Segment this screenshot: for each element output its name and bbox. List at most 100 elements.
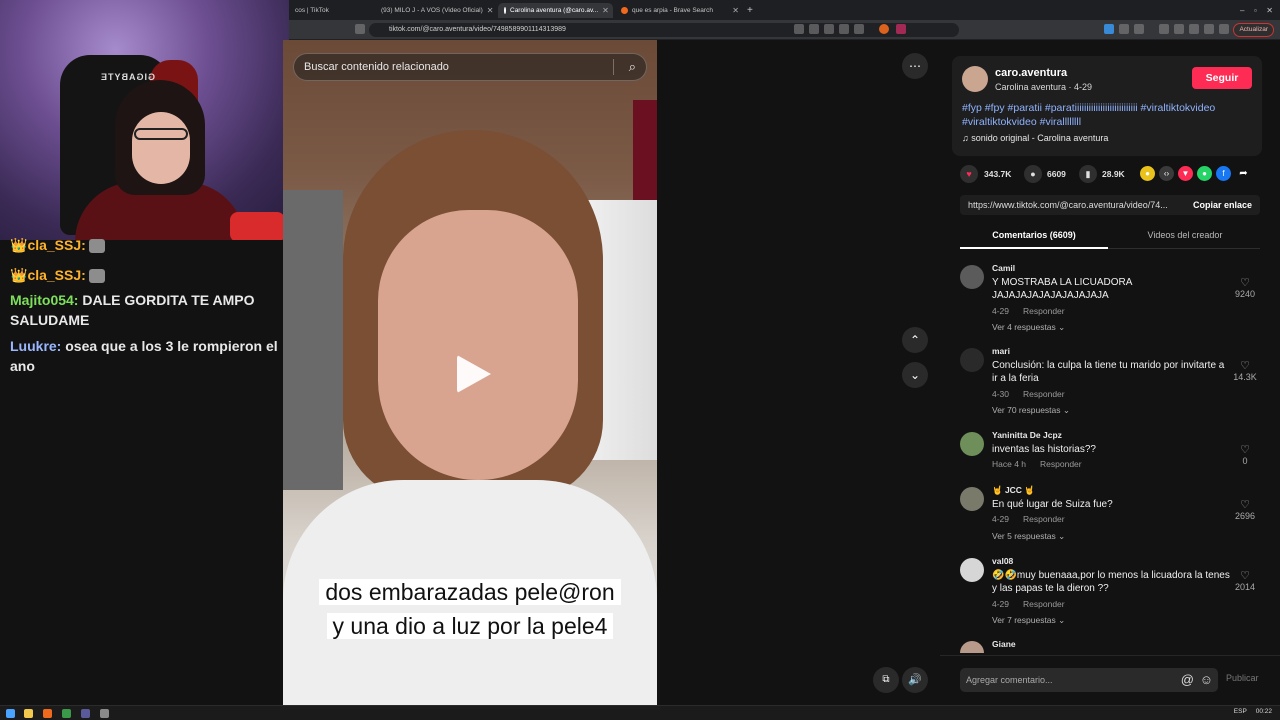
extension-icon[interactable] (1134, 24, 1144, 34)
emoji-icon[interactable]: ☺ (1200, 672, 1213, 688)
close-window-icon[interactable]: ✕ (1266, 6, 1273, 15)
comment-item: Camil Y MOSTRABA LA LICUADORA JAJAJAJAJA… (960, 263, 1260, 343)
browser-tab-tiktok[interactable]: cos | TikTok (289, 3, 369, 18)
vpn-icon[interactable] (1204, 24, 1214, 34)
start-icon[interactable] (6, 709, 15, 718)
close-icon[interactable]: ✕ (487, 6, 494, 15)
brave-icon[interactable] (43, 709, 52, 718)
minimize-icon[interactable]: – (1240, 6, 1244, 15)
follow-button[interactable]: Seguir (1192, 67, 1252, 89)
reader-icon[interactable] (794, 24, 804, 34)
close-icon[interactable]: ✕ (732, 6, 739, 15)
reply-button[interactable]: Responder (1040, 459, 1082, 469)
maximize-icon[interactable]: ▫ (1254, 6, 1257, 15)
avatar[interactable] (960, 558, 984, 582)
screenshot-icon[interactable] (809, 24, 819, 34)
mention-icon[interactable]: @ (1181, 672, 1194, 688)
new-tab-button[interactable]: + (741, 3, 761, 18)
avatar[interactable] (962, 66, 988, 92)
comment-like[interactable]: ♡ 0 (1230, 444, 1260, 466)
clock[interactable]: 00:22 (1256, 708, 1272, 715)
extension-icon[interactable] (1119, 24, 1129, 34)
bookmark-icon[interactable]: ▮ (1079, 165, 1097, 183)
browser-tab-brave-search[interactable]: que es arpia - Brave Search ✕ (615, 3, 745, 18)
previous-video-button[interactable]: ⌃ (902, 327, 928, 353)
search-divider (613, 59, 614, 75)
sidebar-icon[interactable] (1174, 24, 1184, 34)
avatar[interactable] (960, 641, 984, 653)
update-button[interactable]: Actualizar (1233, 23, 1274, 37)
url-field[interactable]: tiktok.com/@caro.aventura/video/74985899… (369, 23, 959, 37)
comment-input[interactable]: Agregar comentario... @ ☺ (960, 668, 1218, 692)
comment-like[interactable]: ♡ 14.3K (1230, 360, 1260, 382)
file-explorer-icon[interactable] (24, 709, 33, 718)
brave-shield-icon[interactable] (879, 24, 889, 34)
share-icon[interactable] (839, 24, 849, 34)
view-replies-button[interactable]: Ver 7 respuestas ⌄ (992, 615, 1065, 626)
more-options-button[interactable]: ⋯ (902, 53, 928, 79)
comment-like[interactable]: ♡ 9240 (1230, 277, 1260, 299)
comment-username[interactable]: val08 (992, 556, 1013, 566)
comment-like[interactable]: ♡ 2696 (1230, 499, 1260, 521)
close-icon[interactable]: ✕ (602, 6, 609, 15)
next-video-button[interactable]: ⌄ (902, 362, 928, 388)
comment-icon[interactable]: ● (1024, 165, 1042, 183)
heart-icon[interactable]: ♥ (960, 165, 978, 183)
search-icon[interactable]: ⌕ (629, 54, 636, 80)
language-indicator[interactable]: ESP (1234, 708, 1247, 715)
view-replies-button[interactable]: Ver 5 respuestas ⌄ (992, 531, 1065, 542)
pip-icon[interactable]: ⧉ (873, 667, 899, 693)
app-icon[interactable] (62, 709, 71, 718)
avatar[interactable] (960, 432, 984, 456)
browser-tab-youtube[interactable]: (93) MILO J - A VOS (Video Oficial) ✕ (371, 3, 496, 18)
view-replies-button[interactable]: Ver 4 respuestas ⌄ (992, 322, 1065, 333)
embed-icon[interactable]: ‹› (1159, 166, 1174, 181)
translate-icon[interactable] (824, 24, 834, 34)
reply-button[interactable]: Responder (1023, 306, 1065, 316)
reply-button[interactable]: Responder (1023, 514, 1065, 524)
comment-username[interactable]: mari (992, 346, 1010, 356)
copy-link-button[interactable]: Copiar enlace (1193, 200, 1252, 210)
comment-username[interactable]: Camil (992, 263, 1015, 273)
comment-username[interactable]: Yaninitta De Jcpz (992, 430, 1062, 440)
reply-button[interactable]: Responder (1023, 389, 1065, 399)
volume-icon[interactable]: 🔊 (902, 667, 928, 693)
related-search-input[interactable]: Buscar contenido relacionado ⌕ (293, 53, 647, 81)
media-icon[interactable] (1159, 24, 1169, 34)
publish-button[interactable]: Publicar (1226, 673, 1259, 683)
comment-text: Conclusión: la culpa la tiene tu marido … (992, 360, 1225, 384)
tab-creator-videos[interactable]: Videos del creador (1110, 230, 1260, 240)
avatar[interactable] (960, 265, 984, 289)
comment-username[interactable]: Giane (992, 639, 1016, 649)
avatar[interactable] (960, 348, 984, 372)
comment-text: En qué lugar de Suiza fue? (992, 499, 1113, 510)
author-username[interactable]: caro.aventura (995, 67, 1067, 79)
wallet-icon[interactable] (1189, 24, 1199, 34)
share-arrow-icon[interactable]: ➦ (1236, 166, 1251, 181)
reply-button[interactable]: Responder (1023, 599, 1065, 609)
window-controls[interactable]: – ▫ ✕ (1234, 3, 1279, 18)
brave-rewards-icon[interactable] (896, 24, 906, 34)
play-icon[interactable] (457, 355, 491, 393)
send-icon[interactable]: ▼ (1178, 166, 1193, 181)
coin-icon[interactable]: ● (1140, 166, 1155, 181)
avatar[interactable] (960, 487, 984, 511)
whatsapp-icon[interactable]: ● (1197, 166, 1212, 181)
tab-comments[interactable]: Comentarios (6609) (960, 230, 1108, 240)
comment-username[interactable]: 🤘 JCC 🤘 (992, 485, 1035, 496)
chat-username: cla_SSJ: (27, 237, 86, 253)
app-icon[interactable] (81, 709, 90, 718)
profile-icon[interactable] (1219, 24, 1229, 34)
chair-brand-label: GIGABYTE (100, 72, 156, 82)
facebook-icon[interactable]: f (1216, 166, 1231, 181)
app-icon[interactable] (100, 709, 109, 718)
post-hashtags[interactable]: #fyp #fpy #paratii #paratiiiiiiiiiiiiiii… (962, 101, 1257, 129)
bookmark-icon[interactable] (355, 24, 365, 34)
view-replies-button[interactable]: Ver 70 respuestas ⌄ (992, 405, 1070, 416)
star-icon[interactable] (854, 24, 864, 34)
post-sound[interactable]: ♫ sonido original - Carolina aventura (962, 133, 1108, 143)
comment-like[interactable]: ♡ 2014 (1230, 570, 1260, 592)
extension-icon[interactable] (1104, 24, 1114, 34)
emote-icon (88, 269, 105, 284)
browser-tab-active[interactable]: Carolina aventura (@caro.av... ✕ (498, 3, 613, 18)
